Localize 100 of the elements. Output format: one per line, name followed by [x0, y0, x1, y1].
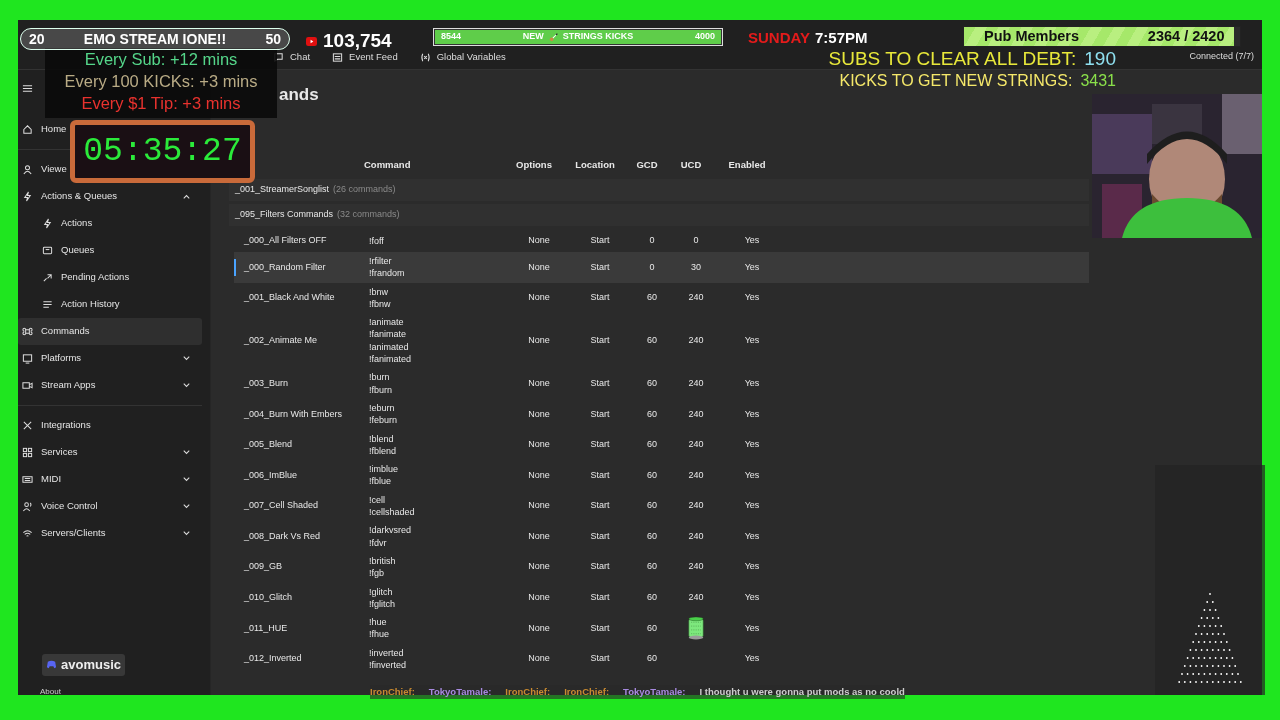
table-cell-text: _000_All Filters OFF	[243, 234, 328, 248]
chat-username: TokyoTamale:	[428, 685, 492, 699]
camera-icon	[22, 380, 33, 391]
table-cell: None	[528, 439, 550, 450]
sidebar-item[interactable]: Pending Actions	[18, 264, 202, 291]
table-cell: 60	[647, 439, 657, 450]
table-cell-text: !fglitch	[369, 597, 396, 611]
chat-username: TokyoTamale:	[623, 685, 686, 699]
table-row[interactable]: _011_HUE !hue !fhue None Start 60 Yes	[234, 613, 1089, 644]
table-cell: Start	[590, 592, 610, 603]
sidebar-item[interactable]: Queues	[18, 237, 202, 264]
table-row[interactable]: _001_Black And White !bnw !fbnw None Start 60 240 Yes	[234, 282, 1089, 314]
sidebar-item[interactable]: Voice Control	[18, 493, 202, 520]
table-cell: Start	[590, 469, 610, 480]
table-cell-text: !animated	[369, 340, 410, 354]
column-header[interactable]: Options	[502, 157, 566, 173]
table-cell: 240	[688, 500, 704, 511]
sidebar-item[interactable]: Action History	[18, 291, 202, 318]
table-cell-text: !bnw	[369, 285, 389, 298]
table-cell: Yes	[744, 408, 760, 419]
table-cell-text: !foff	[369, 234, 385, 248]
controller-icon	[46, 659, 57, 671]
goal-end: 50	[265, 29, 281, 49]
table-cell: 240	[688, 592, 704, 603]
goal-value: 190	[1084, 48, 1116, 70]
table-cell: None	[528, 592, 550, 603]
table-cell: 60	[647, 292, 657, 303]
about-link[interactable]: About	[40, 686, 61, 698]
table-row[interactable]: _007_Cell Shaded !cell !cellshaded None Start 60 240 Yes	[234, 490, 1089, 522]
column-header[interactable]: Command	[364, 157, 502, 173]
table-row[interactable]: _002_Animate Me !animate !fanimate !animated !fanimated None Start 60 240 Yes	[234, 313, 1089, 369]
table-cell-text: _004_Burn With Embers	[243, 407, 344, 421]
cylinder-drawing	[688, 616, 704, 641]
variable-icon	[419, 51, 431, 63]
table-row[interactable]: _000_All Filters OFF !foff None Start 0 0 Yes	[234, 230, 1089, 252]
table-cell: Yes	[744, 622, 760, 633]
column-header[interactable]: UCD	[670, 157, 712, 173]
table-row[interactable]: _010_Glitch !glitch !fglitch None Start 60 240 Yes	[234, 582, 1089, 614]
table-cell: Yes	[744, 653, 760, 664]
sidebar-item[interactable]: Services	[18, 439, 202, 466]
table-row[interactable]: _012_Inverted !inverted !finverted None Start 60 Yes	[234, 643, 1089, 675]
sidebar-item[interactable]: Actions	[18, 210, 202, 237]
table-row[interactable]: _006_ImBlue !imblue !fblue None Start 60 240 Yes	[234, 460, 1089, 491]
table-row[interactable]: _003_Burn !burn !fburn None Start 60 240 Yes	[234, 368, 1089, 399]
group-header[interactable]: _001_StreamerSonglist (26 commands)	[229, 179, 1089, 201]
table-cell: Start	[590, 439, 610, 450]
column-header[interactable]: Enabled	[712, 157, 782, 173]
table-cell-text: !imblue	[369, 463, 399, 476]
table-cell: 240	[688, 530, 704, 541]
table-cell-text: !fdvr	[369, 536, 388, 549]
column-header[interactable]: Location	[566, 157, 624, 173]
table-cell: 60	[647, 653, 657, 664]
nav-link[interactable]: Global Variables	[419, 49, 506, 65]
table-cell: 30	[691, 261, 701, 272]
command-count: (32 commands)	[337, 208, 400, 222]
table-row[interactable]: _009_GB !british !fgb None Start 60 240 Yes	[234, 551, 1089, 583]
home-icon	[22, 124, 33, 135]
table-cell: None	[528, 408, 550, 419]
table-row[interactable]: _000_Random Filter !rfilter !frandom None Start 0 30 Yes	[234, 252, 1089, 283]
table-cell: 60	[647, 500, 657, 511]
arrow-icon	[42, 272, 53, 283]
table-cell: Start	[590, 500, 610, 511]
table-cell-text: !fhue	[369, 628, 391, 641]
table-cell: Yes	[744, 561, 760, 572]
table-cell-text: _012_Inverted	[243, 652, 303, 666]
sidebar-item[interactable]: Home	[18, 116, 69, 143]
sidebar-item[interactable]: Servers/Clients	[18, 520, 202, 547]
goal-label: NEW	[522, 30, 544, 44]
table-row[interactable]: _005_Blend !blend !fblend None Start 60 240 Yes	[234, 429, 1089, 461]
sidebar-item[interactable]: MIDI	[18, 466, 202, 493]
table-cell-text: !glitch	[369, 585, 394, 598]
table-cell: None	[528, 292, 550, 303]
sidebar-item[interactable]: Platforms	[18, 345, 202, 372]
table-cell-text: _000_Random Filter	[243, 260, 327, 274]
table-cell-text: !fblend	[369, 444, 398, 458]
command-count: (26 commands)	[333, 183, 396, 197]
table-cell-text: !cellshaded	[369, 506, 416, 519]
table-row[interactable]: _008_Dark Vs Red !darkvsred !fdvr None Start 60 240 Yes	[234, 521, 1089, 552]
table-cell-text: !burn	[369, 371, 391, 384]
column-header[interactable]: GCD	[624, 157, 670, 173]
table-cell: Start	[590, 622, 610, 633]
table-cell: 240	[688, 377, 704, 388]
voice-icon	[22, 501, 33, 512]
person-icon	[22, 164, 33, 175]
members-label: Pub Members	[984, 26, 1080, 46]
sidebar-item[interactable]: Viewe	[18, 156, 69, 183]
table-cell: Start	[590, 235, 610, 246]
table-cell: Start	[590, 292, 610, 303]
goal-label: KICKS TO GET NEW STRINGS:	[839, 71, 1073, 91]
table-row[interactable]: _004_Burn With Embers !eburn !feburn None Start 60 240 Yes	[234, 398, 1089, 430]
table-cell: Yes	[744, 235, 760, 246]
table-cell: 240	[688, 469, 704, 480]
sidebar-item[interactable]: Integrations	[18, 412, 93, 439]
sidebar-item[interactable]: Stream Apps	[18, 372, 202, 399]
sidebar-item[interactable]: Commands	[18, 318, 202, 345]
sidebar-item[interactable]: Actions & Queues	[18, 183, 202, 210]
table-cell: 60	[647, 622, 657, 633]
table-cell-text: !finverted	[369, 659, 408, 672]
monitor-icon	[22, 353, 33, 364]
group-header[interactable]: _095_Filters Commands (32 commands)	[229, 204, 1089, 226]
